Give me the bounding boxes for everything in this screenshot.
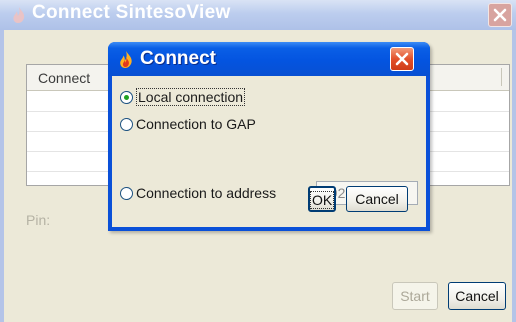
close-icon bbox=[493, 8, 507, 22]
dialog-title: Connect bbox=[140, 48, 216, 69]
table-header-connect: Connect bbox=[38, 70, 91, 86]
address-connection-option[interactable]: Connection to address bbox=[120, 183, 276, 203]
gap-connection-option[interactable]: Connection to GAP bbox=[120, 114, 256, 134]
background-titlebar: Connect SintesoView bbox=[0, 0, 516, 30]
gap-connection-radio[interactable] bbox=[120, 117, 133, 131]
ok-button[interactable]: OK bbox=[308, 186, 336, 212]
window-frame-left bbox=[0, 30, 4, 322]
dialog-cancel-button[interactable]: Cancel bbox=[346, 186, 408, 212]
background-close-button bbox=[488, 3, 512, 27]
dialog-close-button[interactable] bbox=[390, 47, 414, 71]
gap-connection-label: Connection to GAP bbox=[136, 116, 256, 132]
ok-label: OK bbox=[310, 191, 335, 209]
flame-icon bbox=[13, 7, 25, 23]
connect-dialog: Connect Local connection Connection to G… bbox=[108, 42, 430, 231]
pin-label: Pin: bbox=[26, 212, 51, 228]
address-connection-label: Connection to address bbox=[136, 185, 277, 201]
window-frame-right bbox=[512, 30, 516, 322]
flame-icon bbox=[120, 51, 132, 68]
local-connection-radio[interactable] bbox=[120, 90, 133, 104]
address-connection-radio[interactable] bbox=[120, 186, 133, 200]
start-button: Start bbox=[392, 282, 438, 310]
close-icon bbox=[395, 52, 409, 66]
dialog-titlebar[interactable]: Connect bbox=[108, 42, 430, 76]
local-connection-option[interactable]: Local connection bbox=[120, 87, 246, 107]
background-window-title: Connect SintesoView bbox=[32, 2, 231, 23]
local-connection-label: Local connection bbox=[136, 88, 246, 106]
column-divider bbox=[501, 68, 502, 86]
background-cancel-button: Cancel bbox=[448, 282, 506, 310]
